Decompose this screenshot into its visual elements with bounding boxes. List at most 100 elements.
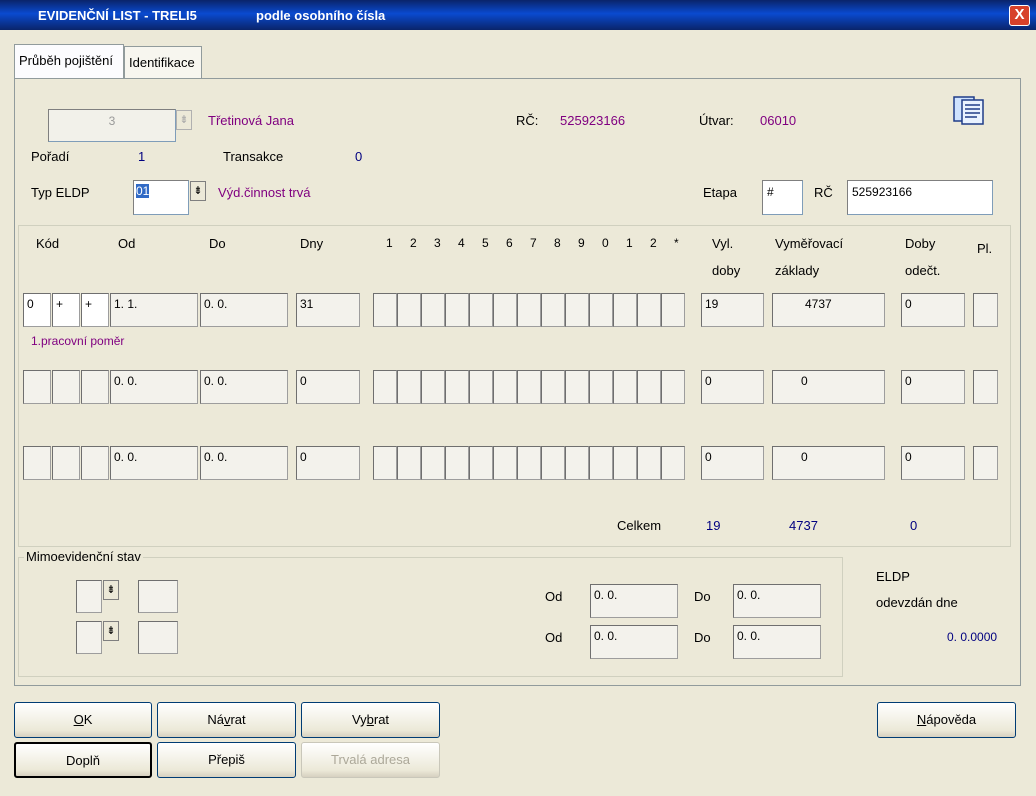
dropdown-arrow-icon[interactable]: ⇟ [103,580,119,600]
month-cell[interactable] [373,446,397,480]
pl-cell[interactable] [973,446,998,480]
month-cell[interactable] [637,446,661,480]
month-cell[interactable] [589,293,613,327]
vyl-cell[interactable]: 19 [701,293,764,327]
etapa-field[interactable]: # [762,180,803,215]
month-cell[interactable] [445,293,469,327]
kod-cell[interactable] [52,446,80,480]
dopln-button[interactable]: Doplň [14,742,152,778]
mimo-value-field[interactable] [138,621,178,654]
month-cell[interactable] [517,370,541,404]
button-mnemonic: b [366,712,374,727]
dropdown-arrow-icon[interactable]: ⇟ [176,110,192,130]
month-cell[interactable] [637,370,661,404]
vyl-cell[interactable]: 0 [701,370,764,404]
month-cell[interactable] [637,293,661,327]
month-cell[interactable] [661,370,685,404]
trvala-adresa-button[interactable]: Trvalá adresa [301,742,440,778]
od-cell[interactable]: 0. 0. [110,446,198,480]
kod-cell[interactable] [23,370,51,404]
mimo-do-field[interactable]: 0. 0. [733,584,821,618]
mimo-do-field[interactable]: 0. 0. [733,625,821,659]
month-cell[interactable] [421,370,445,404]
month-cell[interactable] [613,446,637,480]
month-cell[interactable] [541,293,565,327]
kod-cell[interactable] [52,370,80,404]
month-cell[interactable] [421,446,445,480]
month-cell[interactable] [469,293,493,327]
month-cell[interactable] [541,446,565,480]
mimo-od-field[interactable]: 0. 0. [590,584,678,618]
vym-cell[interactable]: 4737 [772,293,885,327]
month-cell[interactable] [397,370,421,404]
kod-cell[interactable]: + [81,293,109,327]
navrat-button[interactable]: Návrat [157,702,296,738]
napoveda-button[interactable]: Nápověda [877,702,1016,738]
close-button[interactable]: X [1009,5,1030,26]
month-cell[interactable] [565,446,589,480]
month-cell[interactable] [613,293,637,327]
dropdown-arrow-icon[interactable]: ⇟ [190,181,206,201]
document-list-icon[interactable] [953,96,985,126]
rc2-field[interactable]: 525923166 [847,180,993,215]
od-cell[interactable]: 0. 0. [110,370,198,404]
typ-eldp-field[interactable]: 01 [133,180,189,215]
month-cell[interactable] [469,370,493,404]
month-cell[interactable] [469,446,493,480]
month-cell[interactable] [517,293,541,327]
dob-cell[interactable]: 0 [901,446,965,480]
vyl-cell[interactable]: 0 [701,446,764,480]
month-cell[interactable] [493,293,517,327]
vybrat-button[interactable]: Vybrat [301,702,440,738]
kod-cell[interactable] [81,446,109,480]
month-cell[interactable] [661,293,685,327]
month-cell[interactable] [373,370,397,404]
month-cell[interactable] [373,293,397,327]
col-header-month: 0 [602,236,609,250]
month-cell[interactable] [493,370,517,404]
tab-prubeh-pojisteni[interactable]: Průběh pojištění [14,44,124,78]
month-cell[interactable] [613,370,637,404]
kod-cell[interactable] [81,370,109,404]
pl-cell[interactable] [973,370,998,404]
month-cell[interactable] [445,446,469,480]
kod-cell[interactable] [23,446,51,480]
month-cell[interactable] [445,370,469,404]
pl-cell[interactable] [973,293,998,327]
month-cell[interactable] [397,293,421,327]
od-cell[interactable]: 1. 1. [110,293,198,327]
month-cell[interactable] [565,293,589,327]
month-cell[interactable] [493,446,517,480]
ok-button[interactable]: OK [14,702,152,738]
mimo-code-field[interactable] [76,580,102,613]
month-cell[interactable] [589,446,613,480]
dropdown-arrow-icon[interactable]: ⇟ [103,621,119,641]
prepis-button[interactable]: Přepiš [157,742,296,778]
dny-cell[interactable]: 0 [296,370,360,404]
do-cell[interactable]: 0. 0. [200,293,288,327]
dny-cell[interactable]: 0 [296,446,360,480]
month-cell[interactable] [397,446,421,480]
month-cell[interactable] [589,370,613,404]
mimo-code-field[interactable] [76,621,102,654]
kod-cell[interactable]: 0 [23,293,51,327]
col-header-month: 3 [434,236,441,250]
vym-cell[interactable]: 0 [772,446,885,480]
month-cell[interactable] [421,293,445,327]
dob-cell[interactable]: 0 [901,370,965,404]
do-cell[interactable]: 0. 0. [200,446,288,480]
person-number-field[interactable]: 3 [48,109,176,142]
month-cell[interactable] [517,446,541,480]
mimo-value-field[interactable] [138,580,178,613]
kod-cell[interactable]: + [52,293,80,327]
month-cell[interactable] [565,370,589,404]
dob-cell[interactable]: 0 [901,293,965,327]
tab-identifikace[interactable]: Identifikace [124,46,202,78]
mimo-od-field[interactable]: 0. 0. [590,625,678,659]
vym-cell[interactable]: 0 [772,370,885,404]
month-cell[interactable] [541,370,565,404]
dny-cell[interactable]: 31 [296,293,360,327]
month-cell[interactable] [661,446,685,480]
typ-eldp-value: 01 [136,184,150,198]
do-cell[interactable]: 0. 0. [200,370,288,404]
